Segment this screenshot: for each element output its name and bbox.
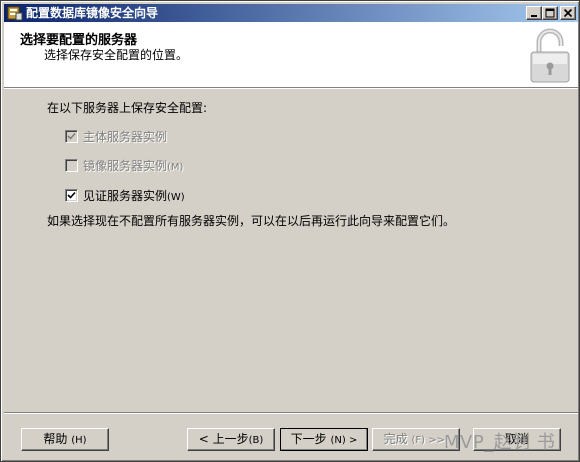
footer-divider xyxy=(4,412,578,414)
checkbox-box xyxy=(65,130,78,143)
database-app-icon xyxy=(7,6,23,21)
wizard-header: 选择要配置的服务器 选择保存安全配置的位置。 xyxy=(4,22,578,89)
close-icon xyxy=(563,8,573,18)
window-title: 配置数据库镜像安全向导 xyxy=(26,6,159,20)
configure-later-note: 如果选择现在不配置所有服务器实例，可以在以后再运行此向导来配置它们。 xyxy=(47,214,456,228)
back-button[interactable]: < 上一步(B) xyxy=(187,428,275,451)
checkbox-label[interactable]: 见证服务器实例(W) xyxy=(83,188,185,206)
checkbox-box xyxy=(65,159,78,172)
checkbox-box[interactable] xyxy=(65,189,78,202)
checkmark-icon xyxy=(67,132,76,140)
title-bar[interactable]: 配置数据库镜像安全向导 xyxy=(4,4,578,22)
minimize-icon xyxy=(531,15,537,17)
next-button[interactable]: 下一步 (N) > xyxy=(280,428,368,451)
maximize-icon xyxy=(545,8,555,18)
wizard-window: 配置数据库镜像安全向导 选择要配置的服务器 选择保存安全配置的位置。 在以下服务… xyxy=(0,0,580,462)
checkbox-label: 主体服务器实例 xyxy=(83,130,168,144)
page-subtitle: 选择保存安全配置的位置。 xyxy=(44,48,189,62)
maximize-button[interactable] xyxy=(542,6,558,20)
save-location-prompt: 在以下服务器上保存安全配置: xyxy=(47,101,208,115)
checkbox-label: 镜像服务器实例(M) xyxy=(83,159,184,173)
checkmark-icon xyxy=(67,191,76,199)
minimize-button[interactable] xyxy=(526,6,542,20)
help-button[interactable]: 帮助 (H) xyxy=(21,428,109,451)
lock-icon xyxy=(530,28,570,83)
watermark-text: MVP_赵钊 书 xyxy=(444,432,556,453)
close-button[interactable] xyxy=(560,6,576,20)
